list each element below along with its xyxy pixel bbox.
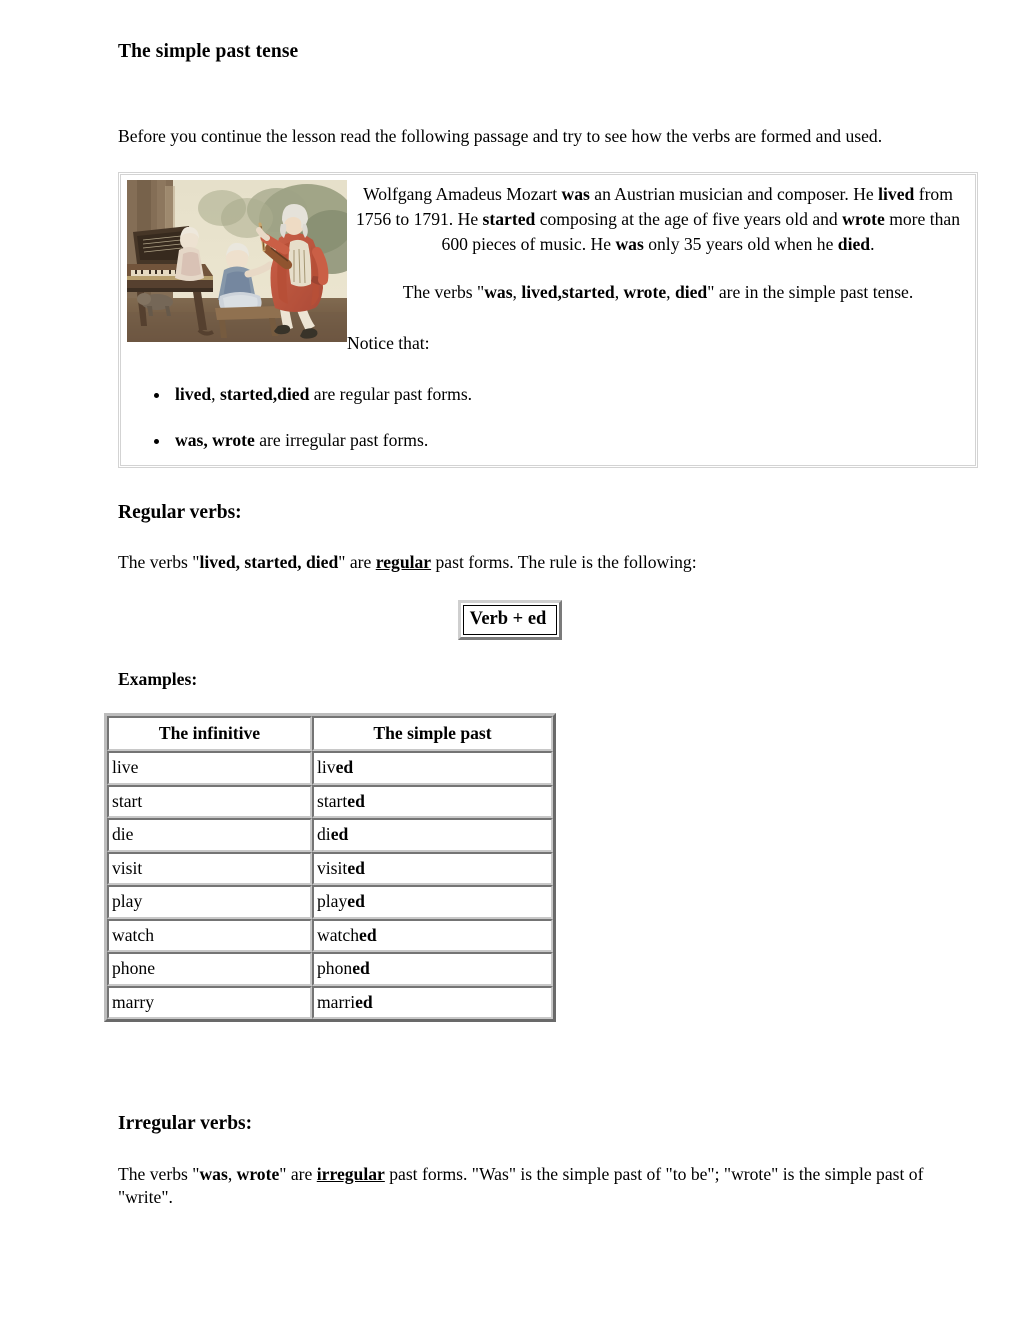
page-title: The simple past tense bbox=[118, 41, 299, 62]
cell-infinitive: phone bbox=[107, 952, 312, 986]
cell-simple-past: played bbox=[312, 885, 553, 919]
mozart-family-painting-image bbox=[127, 179, 347, 342]
column-header-simple-past: The simple past bbox=[312, 715, 553, 752]
past-stem: liv bbox=[317, 757, 336, 778]
past-stem: play bbox=[317, 891, 348, 912]
table-row: die died bbox=[107, 818, 553, 852]
cell-simple-past: phoned bbox=[312, 952, 553, 986]
past-suffix: ed bbox=[352, 958, 370, 979]
past-stem: visit bbox=[317, 857, 348, 878]
past-suffix: ed bbox=[330, 824, 349, 845]
passage-box: Wolfgang Amadeus Mozart was an Austrian … bbox=[118, 171, 978, 468]
table-row: live lived bbox=[107, 751, 553, 785]
cell-infinitive: visit bbox=[107, 851, 312, 886]
cell-infinitive: live bbox=[107, 751, 312, 785]
cell-infinitive: play bbox=[107, 885, 312, 919]
irregular-verbs-section: Irregular verbs: The verbs "was, wrote" … bbox=[118, 1112, 968, 1210]
passage-inner: Wolfgang Amadeus Mozart was an Austrian … bbox=[127, 179, 969, 355]
cell-infinitive: die bbox=[107, 818, 312, 852]
past-suffix: ed bbox=[335, 757, 354, 778]
rule-box-wrapper: Verb + ed bbox=[0, 575, 1020, 640]
past-stem: phon bbox=[317, 958, 353, 979]
header-block: The simple past tense Before you continu… bbox=[118, 0, 968, 149]
cell-infinitive: marry bbox=[107, 985, 312, 1020]
table-body: live lived start started die died visit visited… bbox=[107, 751, 553, 1020]
rule-box-text: Verb + ed bbox=[462, 604, 558, 635]
table-row: play played bbox=[107, 885, 553, 919]
cell-simple-past: watched bbox=[312, 918, 553, 953]
table-row: visit visited bbox=[107, 851, 553, 886]
table-row: marry married bbox=[107, 985, 553, 1020]
list-item: was, wrote are irregular past forms. bbox=[171, 429, 969, 453]
irregular-verbs-heading: Irregular verbs: bbox=[118, 1113, 253, 1135]
cell-simple-past: married bbox=[312, 985, 553, 1020]
past-stem: marri bbox=[317, 991, 356, 1012]
cell-simple-past: visited bbox=[312, 851, 553, 886]
table-row: start started bbox=[107, 784, 553, 819]
past-stem: di bbox=[317, 824, 331, 845]
cell-simple-past: lived bbox=[312, 751, 553, 785]
cell-simple-past: started bbox=[312, 784, 553, 819]
cell-simple-past: died bbox=[312, 818, 553, 852]
regular-verbs-section: Regular verbs: The verbs "lived, started… bbox=[118, 468, 968, 575]
notice-bullet-list: lived, started,died are regular past for… bbox=[127, 383, 969, 453]
cell-infinitive: watch bbox=[107, 918, 312, 953]
past-stem: watch bbox=[317, 924, 360, 945]
intro-paragraph: Before you continue the lesson read the … bbox=[118, 126, 883, 147]
table-row: phone phoned bbox=[107, 952, 553, 986]
painting-svg bbox=[127, 179, 347, 342]
table-row: watch watched bbox=[107, 918, 553, 953]
past-stem: start bbox=[317, 790, 348, 811]
examples-label: Examples: bbox=[118, 668, 198, 689]
past-suffix: ed bbox=[347, 857, 365, 878]
rule-box: Verb + ed bbox=[457, 599, 563, 640]
list-item: lived, started,died are regular past for… bbox=[171, 383, 969, 407]
table-head: The infinitive The simple past bbox=[107, 715, 553, 752]
examples-block: Examples: bbox=[118, 640, 968, 691]
verb-conjugation-table: The infinitive The simple past live lived… bbox=[104, 712, 556, 1023]
irregular-verbs-paragraph: The verbs "was, wrote" are irregular pas… bbox=[118, 1163, 924, 1208]
regular-verbs-paragraph: The verbs "lived, started, died" are reg… bbox=[118, 552, 697, 573]
past-suffix: ed bbox=[347, 891, 365, 912]
past-suffix: ed bbox=[359, 924, 377, 945]
lesson-page: The simple past tense Before you continu… bbox=[0, 0, 1020, 1210]
regular-verbs-heading: Regular verbs: bbox=[118, 501, 242, 523]
cell-infinitive: start bbox=[107, 784, 312, 819]
table-header-row: The infinitive The simple past bbox=[107, 715, 553, 752]
column-header-infinitive: The infinitive bbox=[107, 715, 312, 752]
past-suffix: ed bbox=[347, 790, 365, 811]
past-suffix: ed bbox=[355, 991, 373, 1012]
